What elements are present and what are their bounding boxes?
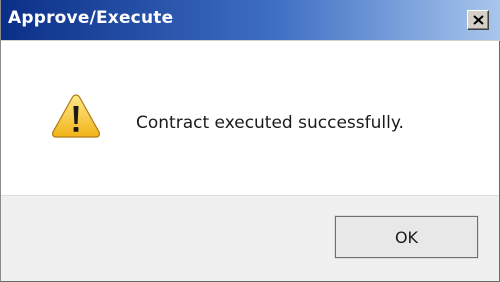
ok-button-label: OK [394,227,419,247]
close-icon [473,15,484,25]
dialog-window: Approve/Execute Contract executed succes… [0,0,500,282]
dialog-footer: OK [1,195,499,281]
dialog-title: Approve/Execute [8,8,174,28]
close-button[interactable] [467,10,489,30]
ok-button[interactable]: OK [334,215,479,259]
warning-icon [52,94,100,138]
dialog-message: Contract executed successfully. [136,113,404,133]
dialog-content: Contract executed successfully. [1,41,499,195]
title-bar[interactable]: Approve/Execute [1,0,500,41]
